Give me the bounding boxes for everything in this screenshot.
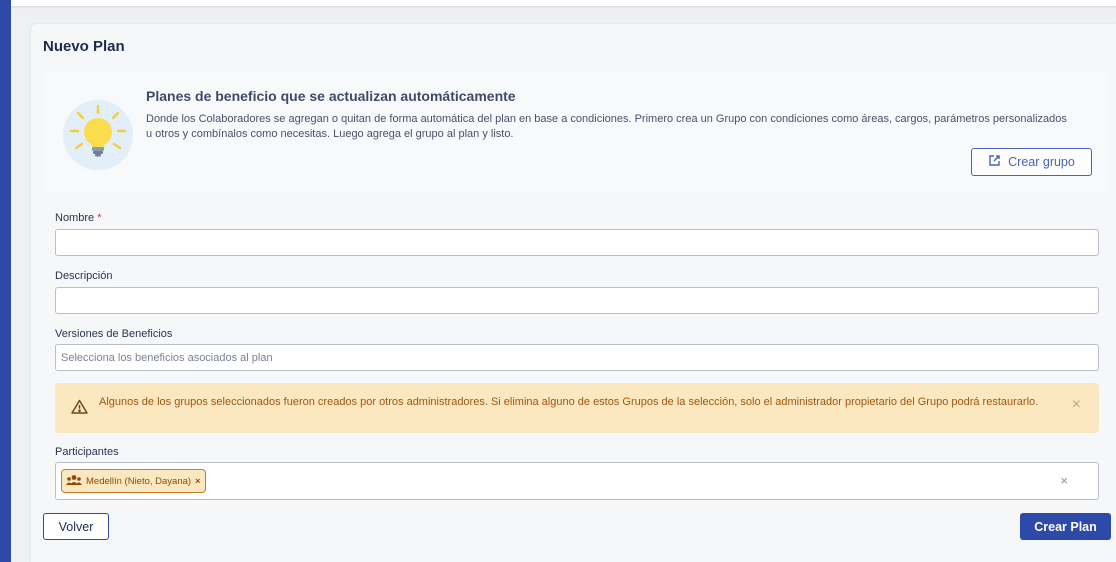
participant-chip: Medellín (Nieto, Dayana) × bbox=[61, 469, 207, 493]
top-header-strip bbox=[11, 0, 1116, 6]
participant-chip-label: Medellín (Nieto, Dayana) bbox=[86, 475, 192, 487]
create-plan-button[interactable]: Crear Plan bbox=[1020, 513, 1111, 540]
back-button[interactable]: Volver bbox=[43, 513, 109, 540]
clear-participants-button[interactable]: × bbox=[1060, 473, 1068, 488]
participants-select[interactable]: Medellín (Nieto, Dayana) × × bbox=[55, 462, 1099, 500]
warning-alert: Algunos de los grupos seleccionados fuer… bbox=[55, 383, 1099, 433]
name-label: Nombre * bbox=[55, 212, 102, 224]
warning-icon bbox=[71, 399, 88, 419]
info-description: Donde los Colaboradores se agregan o qui… bbox=[146, 113, 1067, 140]
create-group-button[interactable]: Crear grupo bbox=[971, 148, 1092, 176]
versions-select[interactable] bbox=[55, 344, 1099, 371]
app-side-bar bbox=[0, 0, 11, 562]
info-title: Planes de beneficio que se actualizan au… bbox=[146, 88, 516, 104]
name-input[interactable] bbox=[55, 229, 1099, 256]
description-label: Descripción bbox=[55, 270, 113, 282]
info-box: Planes de beneficio que se actualizan au… bbox=[43, 72, 1110, 192]
create-group-label: Crear grupo bbox=[1008, 155, 1075, 169]
close-alert-button[interactable]: × bbox=[1072, 397, 1081, 413]
remove-chip-button[interactable]: × bbox=[195, 476, 200, 486]
description-input[interactable] bbox=[55, 287, 1099, 314]
group-icon bbox=[66, 474, 82, 489]
participants-label: Participantes bbox=[55, 446, 119, 458]
page-title: Nuevo Plan bbox=[43, 38, 125, 55]
required-mark: * bbox=[97, 212, 102, 224]
new-plan-card: Nuevo Plan Planes de beneficio que se ac… bbox=[31, 24, 1116, 562]
versions-label: Versiones de Beneficios bbox=[55, 328, 173, 340]
lightbulb-icon bbox=[63, 100, 133, 170]
external-link-icon bbox=[988, 154, 1001, 170]
warning-text: Algunos de los grupos seleccionados fuer… bbox=[99, 396, 1039, 408]
